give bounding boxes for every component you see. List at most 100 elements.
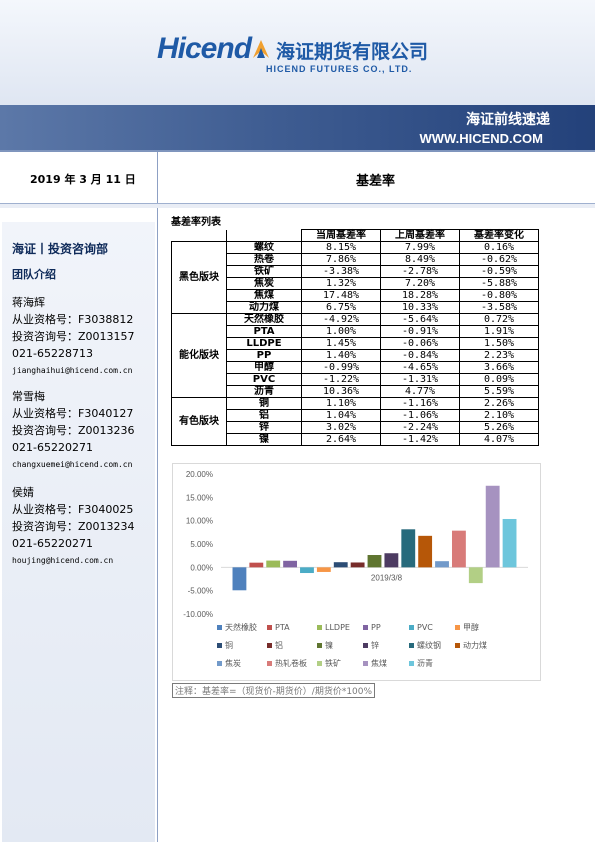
current-basis: 10.36% [301,385,381,398]
member-name: 蒋海辉 [12,296,45,309]
previous-basis: -1.31% [380,373,460,386]
legend-label: LLDPE [325,623,350,632]
basis-change: -3.58% [459,301,539,314]
commodity-name: 甲醇 [226,361,302,374]
table-row: 铝 1.04% -1.06% 2.10% [172,409,539,422]
header-current: 当周基差率 [301,229,381,242]
current-basis: -0.99% [301,361,381,374]
legend-label: 焦煤 [371,658,387,668]
commodity-name: 动力煤 [226,301,302,314]
bar-4 [300,567,314,574]
current-basis: 17.48% [301,289,381,302]
legend-swatch [317,643,322,648]
member-phone: 021-65228713 [12,347,93,360]
basis-change: 1.50% [459,337,539,350]
table-row: 镍 2.64% -1.42% 4.07% [172,433,539,446]
current-basis: 1.04% [301,409,381,422]
logo-text-cn: 海证期货有限公司 [276,41,429,63]
y-tick-label: 10.00% [186,517,213,526]
table-row: 沥青 10.36% 4.77% 5.59% [172,385,539,398]
bar-3 [283,560,298,568]
bar-15 [485,485,500,568]
header-band: 海证前线速递 WWW.HICEND.COM [0,105,595,150]
legend-label: 镍 [325,640,333,650]
legend-label: 甲醇 [463,622,479,632]
bar-5 [316,567,331,572]
commodity-name: 镍 [226,433,302,446]
member-qualification: 从业资格号：F3040127 [12,407,134,420]
member-consult-id: 投资咨询号：Z0013236 [12,424,135,437]
member-phone: 021-65220271 [12,537,93,550]
x-tick-label: 2019/3/8 [371,573,403,582]
basis-change: 2.26% [459,397,539,410]
current-basis: 6.75% [301,301,381,314]
bar-0 [232,567,247,591]
table-row: 热卷 7.86% 8.49% -0.62% [172,253,539,266]
legend-label: 动力煤 [463,640,487,650]
date-cell: 2019 年 3 月 11 日 [0,152,158,203]
table-row: 铁矿 -3.38% -2.78% -0.59% [172,265,539,278]
previous-basis: -0.84% [380,349,460,362]
sidebar: 海证丨投资咨询部 团队介绍 蒋海辉 从业资格号：F3038812 投资咨询号：Z… [0,208,158,842]
y-tick-label: 20.00% [186,470,213,479]
current-basis: -4.92% [301,313,381,326]
bar-6 [333,562,348,568]
legend-label: 焦炭 [225,658,241,668]
basis-change: 0.16% [459,241,539,254]
member-qualification: 从业资格号：F3038812 [12,313,134,326]
member-card: 侯婧 从业资格号：F3040025 投资咨询号：Z0013234 021-652… [12,484,135,569]
website-link[interactable]: WWW.HICEND.COM [420,131,543,146]
chart-svg: 20.00% 15.00% 10.00% 5.00% 0.00% -5.00% -10.00… [183,470,528,668]
bar-11 [418,535,433,568]
bar-12 [435,561,449,568]
commodity-name: 沥青 [226,385,302,398]
member-consult-id: 投资咨询号：Z0013234 [12,520,135,533]
previous-basis: 4.77% [380,385,460,398]
table-header-row: 当周基差率 上周基差率 基差率变化 [171,229,539,242]
sector-label: 黑色版块 [171,241,227,314]
current-basis: 3.02% [301,421,381,434]
team-heading: 团队介绍 [12,268,56,281]
basis-change: 0.72% [459,313,539,326]
sector-label: 能化版块 [171,313,227,398]
basis-change: -0.59% [459,265,539,278]
previous-basis: 10.33% [380,301,460,314]
previous-basis: -1.16% [380,397,460,410]
title-cell: 基差率 [158,152,595,203]
commodity-name: 铝 [226,409,302,422]
legend-swatch [267,625,272,630]
legend-label: 铜 [225,640,233,650]
legend-label: 锌 [371,640,379,650]
previous-basis: -2.24% [380,421,460,434]
previous-basis: 7.99% [380,241,460,254]
member-email[interactable]: jianghaihui@hicend.com.cn [12,362,135,379]
member-email[interactable]: changxuemei@hicend.com.cn [12,456,135,473]
legend-swatch [455,643,460,648]
basis-change: 4.07% [459,433,539,446]
logo-subtitle: HICEND FUTURES CO., LTD. [266,64,413,74]
table-row: 动力煤 6.75% 10.33% -3.58% [172,301,539,314]
legend-label: PVC [417,623,433,632]
basis-change: -5.88% [459,277,539,290]
table-row: PP 1.40% -0.84% 2.23% [172,349,539,362]
bar-13 [451,530,466,568]
member-phone: 021-65220271 [12,441,93,454]
header-blank [226,229,302,242]
basis-change: 2.10% [459,409,539,422]
current-basis: -1.22% [301,373,381,386]
commodity-name: 铜 [226,397,302,410]
member-email[interactable]: houjing@hicend.com.cn [12,552,135,569]
commodity-name: 热卷 [226,253,302,266]
commodity-name: PVC [226,373,302,386]
previous-basis: -5.64% [380,313,460,326]
logo-mark-icon [251,38,271,60]
basis-change: 1.91% [459,325,539,338]
legend-swatch [363,625,368,630]
report-date: 2019 年 3 月 11 日 [30,173,136,186]
commodity-name: 螺纹 [226,241,302,254]
member-name: 常雪梅 [12,390,45,403]
legend-label: 铁矿 [325,658,341,668]
commodity-name: 焦煤 [226,289,302,302]
basis-change: -0.80% [459,289,539,302]
page-header: Hicend 海证期货有限公司 HICEND FUTURES CO., LTD. [0,0,595,105]
